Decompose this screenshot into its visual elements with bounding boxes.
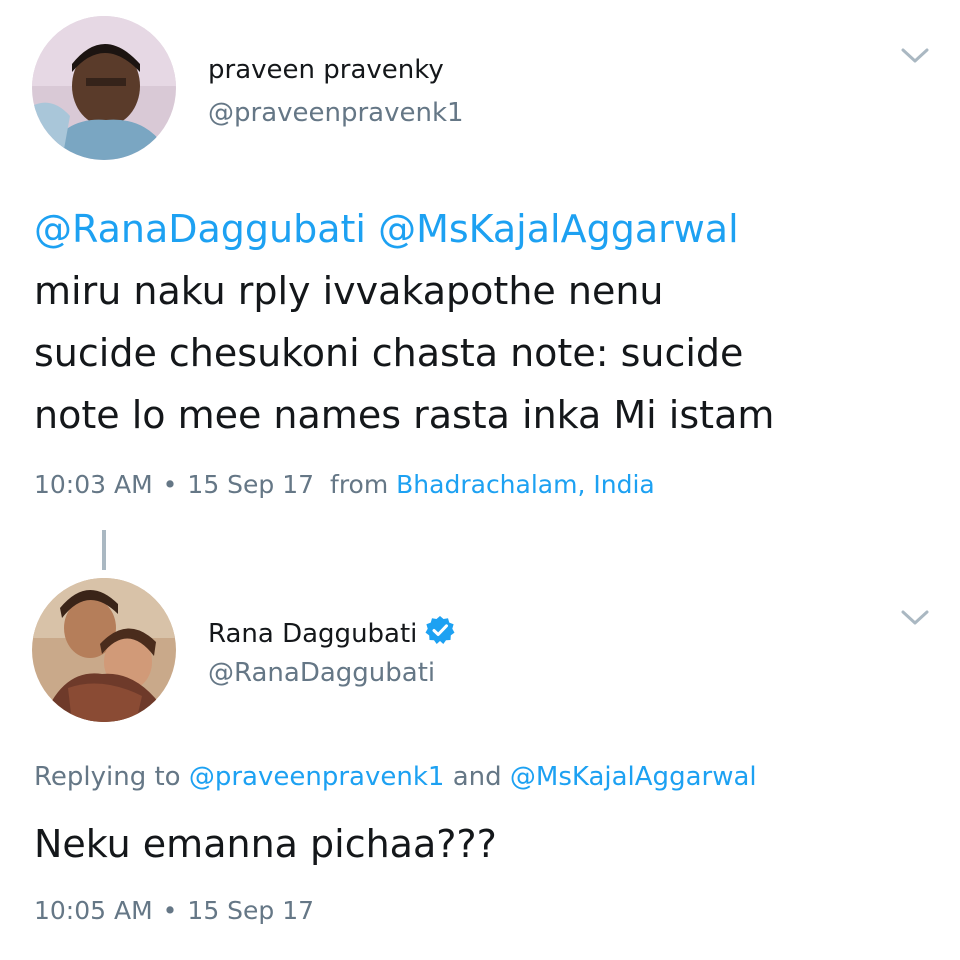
tweet-meta: 10:03 AM • 15 Sep 17 from Bhadrachalam, In… [34,470,655,499]
mention-link[interactable]: @MsKajalAggarwal [378,207,739,251]
tweet-meta: 10:05 AM • 15 Sep 17 [34,896,314,925]
replying-and: and [452,762,502,792]
verified-badge-icon [425,615,455,652]
tweet-text-line: @RanaDaggubati @MsKajalAggarwal [34,198,934,260]
avatar-rana[interactable] [32,578,176,722]
author-handle[interactable]: @praveenpravenk1 [208,98,464,128]
tweet-date[interactable]: 15 Sep 17 [187,896,314,925]
tweet-text-line: miru naku rply ivvakapothe nenu [34,269,664,313]
tweet-text: @RanaDaggubati @MsKajalAggarwal miru nak… [34,198,934,446]
location-link[interactable]: Bhadrachalam, India [396,470,655,499]
avatar-praveen[interactable] [32,16,176,160]
author-name-text: Rana Daggubati [208,619,418,649]
replying-to: Replying to @praveenpravenk1 and @MsKaja… [34,762,757,792]
chevron-down-icon[interactable] [900,608,930,628]
replying-prefix: Replying to [34,762,181,792]
mention-link[interactable]: @MsKajalAggarwal [510,762,757,792]
mention-link[interactable]: @praveenpravenk1 [189,762,445,792]
chevron-down-icon[interactable] [900,46,930,66]
tweet-text: Neku emanna pichaa??? [34,822,497,866]
tweet-text-line: sucide chesukoni chasta note: sucide [34,331,744,375]
mention-link[interactable]: @RanaDaggubati [34,207,366,251]
thread-connector-line [102,530,106,570]
tweet-time[interactable]: 10:03 AM [34,470,153,499]
author-name[interactable]: praveen pravenky [208,55,444,85]
tweet-text-line: note lo mee names rasta inka Mi istam [34,393,775,437]
separator-dot: • [162,896,178,925]
tweet-time[interactable]: 10:05 AM [34,896,153,925]
author-handle[interactable]: @RanaDaggubati [208,658,435,688]
author-name[interactable]: Rana Daggubati [208,615,455,652]
tweet-date[interactable]: 15 Sep 17 [187,470,314,499]
separator-dot: • [162,470,178,499]
from-label: from [330,470,389,499]
